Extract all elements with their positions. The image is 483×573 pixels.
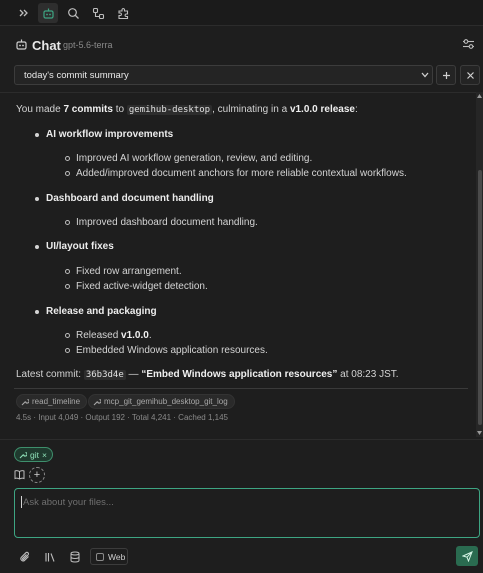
database-icon[interactable] bbox=[66, 548, 84, 566]
top-toolbar bbox=[0, 0, 483, 26]
sub-bullet bbox=[65, 348, 70, 353]
sub-bullet bbox=[65, 269, 70, 274]
book-icon[interactable] bbox=[14, 469, 25, 480]
chevrons-right-icon[interactable] bbox=[14, 3, 34, 23]
tool-chip-read-timeline[interactable]: read_timeline bbox=[16, 394, 88, 409]
wrench-icon bbox=[93, 398, 101, 405]
bullet bbox=[35, 245, 39, 249]
web-toggle-label: Web bbox=[108, 551, 126, 562]
wrench-icon bbox=[19, 451, 27, 458]
bot-icon[interactable] bbox=[38, 3, 58, 23]
sub-bullet bbox=[65, 333, 70, 338]
list-item: Embedded Windows application resources. bbox=[76, 345, 268, 356]
list-item: Improved AI workflow generation, review,… bbox=[76, 153, 313, 164]
sub-bullet bbox=[65, 171, 70, 176]
settings-sliders-icon[interactable] bbox=[462, 38, 475, 50]
web-search-toggle[interactable]: Web bbox=[90, 548, 128, 565]
section-heading: Release and packaging bbox=[46, 306, 157, 317]
divider bbox=[0, 439, 483, 440]
model-name: gpt-5.6-terra bbox=[63, 40, 113, 50]
divider bbox=[14, 388, 468, 389]
bullet bbox=[35, 197, 39, 201]
repo-code: gemihub-desktop bbox=[126, 105, 213, 115]
session-select-value: today's commit summary bbox=[24, 70, 129, 81]
plus-icon bbox=[442, 71, 450, 79]
git-chip-remove-icon[interactable]: × bbox=[42, 450, 47, 460]
list-item: Added/improved document anchors for more… bbox=[76, 168, 407, 179]
tool-chip-git-log[interactable]: mcp_git_gemihub_desktop_git_log bbox=[88, 394, 235, 409]
puzzle-icon[interactable] bbox=[113, 3, 133, 23]
message-list[interactable] bbox=[0, 92, 476, 437]
sub-bullet bbox=[65, 156, 70, 161]
paperclip-icon[interactable] bbox=[16, 548, 34, 566]
scroll-up-icon bbox=[477, 94, 482, 98]
chevron-down-icon bbox=[421, 72, 429, 78]
bullet bbox=[35, 310, 39, 314]
commit-hash-code: 36b3d4e bbox=[83, 370, 126, 380]
add-context-button[interactable]: + bbox=[29, 467, 45, 483]
list-item: Fixed row arrangement. bbox=[76, 266, 182, 277]
list-item: Released v1.0.0. bbox=[76, 330, 152, 341]
message-intro: You made 7 commits to gemihub-desktop, c… bbox=[16, 104, 358, 115]
section-heading: Dashboard and document handling bbox=[46, 193, 214, 204]
chat-input-placeholder: Ask about your files... bbox=[23, 497, 114, 508]
bullet bbox=[35, 133, 39, 137]
git-context-chip[interactable]: git × bbox=[14, 447, 53, 462]
close-icon bbox=[466, 71, 474, 79]
send-button[interactable] bbox=[456, 546, 478, 566]
session-select[interactable]: today's commit summary bbox=[14, 65, 433, 85]
close-chat-button[interactable] bbox=[460, 65, 480, 85]
latest-commit: Latest commit: 36b3d4e — “Embed Windows … bbox=[16, 369, 399, 380]
wrench-icon bbox=[21, 398, 29, 405]
chat-bot-icon bbox=[15, 38, 28, 51]
library-icon[interactable] bbox=[41, 548, 59, 566]
plus-icon: + bbox=[33, 468, 41, 481]
usage-stats: 4.5s · Input 4,049 · Output 192 · Total … bbox=[16, 413, 228, 422]
git-chip-label: git bbox=[30, 449, 39, 460]
sub-bullet bbox=[65, 220, 70, 225]
scroll-down-icon bbox=[477, 431, 482, 435]
scrollbar-thumb[interactable] bbox=[478, 170, 482, 425]
section-heading: AI workflow improvements bbox=[46, 129, 174, 140]
section-heading: UI/layout fixes bbox=[46, 241, 114, 252]
new-chat-button[interactable] bbox=[436, 65, 456, 85]
text-caret bbox=[21, 496, 22, 508]
list-item: Improved dashboard document handling. bbox=[76, 217, 258, 228]
page-title: Chat bbox=[32, 38, 61, 53]
list-item: Fixed active-widget detection. bbox=[76, 281, 208, 292]
search-icon[interactable] bbox=[63, 3, 83, 23]
git-branch-icon[interactable] bbox=[88, 3, 108, 23]
sub-bullet bbox=[65, 284, 70, 289]
send-icon bbox=[461, 550, 473, 562]
chat-input[interactable]: Ask about your files... bbox=[14, 488, 480, 538]
web-checkbox[interactable] bbox=[96, 552, 104, 561]
